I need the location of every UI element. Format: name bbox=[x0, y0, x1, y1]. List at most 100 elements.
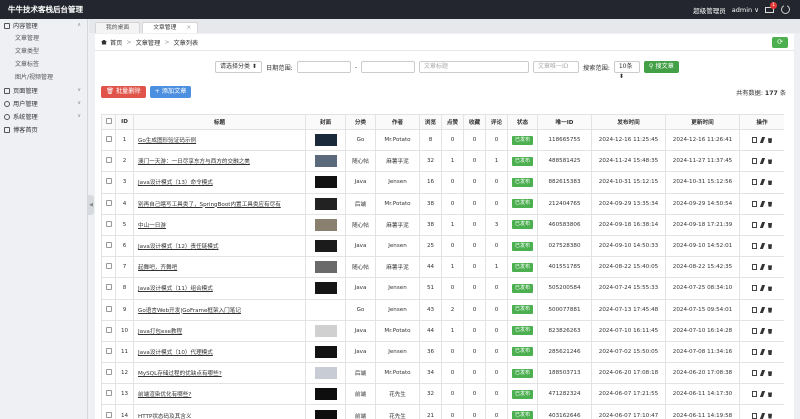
title-link[interactable]: Java设计模式（10）代理模式 bbox=[133, 340, 306, 364]
tab-desktop[interactable]: 我的桌面 bbox=[95, 22, 141, 33]
row-checkbox[interactable] bbox=[105, 136, 112, 143]
edit-icon[interactable] bbox=[759, 264, 765, 271]
row-checkbox[interactable] bbox=[105, 305, 112, 312]
view-icon[interactable] bbox=[751, 327, 757, 334]
id-search-input[interactable]: 文章唯一ID bbox=[533, 61, 580, 73]
delete-icon[interactable] bbox=[768, 201, 772, 207]
cover-thumbnail[interactable] bbox=[314, 409, 337, 419]
sidebar-group-content[interactable]: 内容管理 ∧ bbox=[0, 19, 87, 32]
row-checkbox[interactable] bbox=[105, 178, 112, 185]
cover-thumbnail[interactable] bbox=[314, 388, 337, 401]
sidebar-group-system[interactable]: 系统管理 ∨ bbox=[0, 110, 87, 123]
title-link[interactable]: 起舞吧，齐舞吧 bbox=[133, 256, 306, 279]
view-icon[interactable] bbox=[751, 264, 757, 271]
sidebar-group-blog-home[interactable]: 博客首页 bbox=[0, 123, 87, 136]
edit-icon[interactable] bbox=[759, 137, 765, 144]
delete-icon[interactable] bbox=[768, 413, 772, 419]
view-icon[interactable] bbox=[751, 391, 757, 398]
date-start-input[interactable] bbox=[296, 61, 351, 73]
cover-thumbnail[interactable] bbox=[314, 261, 337, 274]
sidebar-item-article-tags[interactable]: 文章标签 bbox=[0, 58, 87, 71]
tab-articles[interactable]: 文章管理 × bbox=[142, 22, 199, 33]
delete-icon[interactable] bbox=[768, 350, 772, 355]
row-checkbox[interactable] bbox=[105, 284, 112, 291]
user-menu[interactable]: admin ∨ bbox=[732, 6, 759, 14]
crumb-home[interactable]: 首页 bbox=[110, 38, 122, 47]
title-search-input[interactable]: 文章标题 bbox=[419, 61, 530, 73]
title-link[interactable]: 中山一日游 bbox=[133, 213, 306, 236]
row-checkbox[interactable] bbox=[105, 369, 112, 376]
row-checkbox[interactable] bbox=[105, 347, 112, 354]
title-link[interactable]: Java设计模式（12）责任链模式 bbox=[133, 234, 306, 258]
cover-thumbnail[interactable] bbox=[314, 176, 337, 189]
select-all-checkbox[interactable] bbox=[105, 118, 112, 124]
view-icon[interactable] bbox=[751, 158, 757, 165]
edit-icon[interactable] bbox=[759, 412, 765, 419]
sidebar-item-article-types[interactable]: 文章类型 bbox=[0, 45, 87, 58]
row-checkbox[interactable] bbox=[105, 242, 112, 249]
edit-icon[interactable] bbox=[759, 391, 765, 398]
row-checkbox[interactable] bbox=[105, 263, 112, 270]
delete-icon[interactable] bbox=[768, 392, 772, 398]
cover-thumbnail[interactable] bbox=[314, 197, 337, 210]
search-button[interactable]: ⚲ 搜文章 bbox=[643, 61, 679, 73]
cover-thumbnail[interactable] bbox=[314, 345, 337, 358]
view-icon[interactable] bbox=[751, 412, 757, 419]
sidebar-item-articles[interactable]: 文章管理 bbox=[0, 32, 87, 45]
view-icon[interactable] bbox=[751, 285, 757, 292]
edit-icon[interactable] bbox=[759, 285, 765, 292]
edit-icon[interactable] bbox=[759, 243, 765, 250]
view-icon[interactable] bbox=[751, 348, 757, 355]
refresh-button[interactable]: ⟳ bbox=[772, 37, 788, 48]
delete-icon[interactable] bbox=[768, 180, 772, 186]
delete-icon[interactable] bbox=[768, 244, 772, 250]
view-icon[interactable] bbox=[751, 306, 757, 313]
title-link[interactable]: HTTP状态码及其含义 bbox=[133, 404, 306, 419]
mail-icon[interactable]: 1 bbox=[765, 1, 777, 14]
title-link[interactable]: Java打包exe教程 bbox=[133, 319, 306, 342]
close-icon[interactable]: × bbox=[186, 25, 191, 31]
title-link[interactable]: Java设计模式（13）命令模式 bbox=[133, 171, 306, 194]
edit-icon[interactable] bbox=[759, 221, 765, 228]
delete-icon[interactable] bbox=[768, 159, 772, 165]
edit-icon[interactable] bbox=[759, 327, 765, 334]
delete-icon[interactable] bbox=[768, 223, 772, 228]
edit-icon[interactable] bbox=[759, 200, 765, 207]
row-checkbox[interactable] bbox=[105, 199, 112, 206]
sidebar-group-pages[interactable]: 页面管理 ∨ bbox=[0, 84, 87, 97]
edit-icon[interactable] bbox=[759, 179, 765, 186]
logout-icon[interactable] bbox=[781, 5, 790, 14]
view-icon[interactable] bbox=[751, 221, 757, 228]
delete-icon[interactable] bbox=[768, 138, 772, 144]
edit-icon[interactable] bbox=[759, 370, 765, 377]
view-icon[interactable] bbox=[751, 179, 757, 186]
range-select[interactable]: 10条 ⬍ bbox=[613, 61, 640, 80]
sidebar-item-media[interactable]: 图片/视频管理 bbox=[0, 71, 87, 84]
batch-delete-button[interactable]: 🗑 批量删除 bbox=[101, 86, 146, 98]
crumb-level1[interactable]: 文章管理 bbox=[136, 38, 161, 47]
row-checkbox[interactable] bbox=[105, 390, 112, 397]
view-icon[interactable] bbox=[751, 243, 757, 250]
title-link[interactable]: Go语言Web开发|GoFrame框架入门笔记 bbox=[133, 298, 306, 321]
sidebar-collapse-handle[interactable]: ◀ bbox=[88, 195, 94, 215]
title-link[interactable]: 澳门一天游：一日尽享东方与西方的交融之美 bbox=[133, 150, 306, 173]
delete-icon[interactable] bbox=[768, 286, 772, 292]
sidebar-group-users[interactable]: 用户管理 ∨ bbox=[0, 97, 87, 110]
title-link[interactable]: 别再自己瞎写工具类了，SpringBoot内置工具类应有尽有 bbox=[133, 192, 306, 215]
cover-thumbnail[interactable] bbox=[314, 282, 337, 295]
cover-thumbnail[interactable] bbox=[314, 303, 337, 316]
cover-thumbnail[interactable] bbox=[314, 134, 337, 147]
edit-icon[interactable] bbox=[759, 348, 765, 355]
date-end-input[interactable] bbox=[361, 61, 416, 73]
edit-icon[interactable] bbox=[759, 158, 765, 165]
row-checkbox[interactable] bbox=[105, 411, 112, 418]
row-checkbox[interactable] bbox=[105, 157, 112, 164]
delete-icon[interactable] bbox=[768, 371, 772, 377]
cover-thumbnail[interactable] bbox=[314, 324, 337, 337]
view-icon[interactable] bbox=[751, 370, 757, 377]
cover-thumbnail[interactable] bbox=[314, 155, 337, 168]
view-icon[interactable] bbox=[751, 200, 757, 207]
row-checkbox[interactable] bbox=[105, 326, 112, 333]
title-link[interactable]: Go生成图形验证码示例 bbox=[133, 128, 306, 152]
title-link[interactable]: MySQL存储过程的优缺点有哪些? bbox=[133, 362, 306, 385]
